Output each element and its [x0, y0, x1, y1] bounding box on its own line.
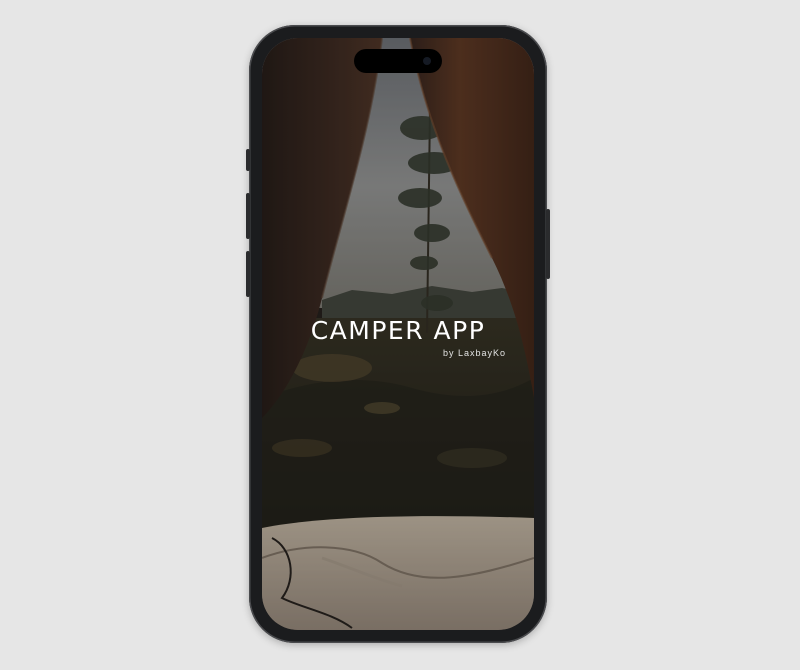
app-subtitle: by LaxbayKo: [442, 348, 506, 358]
dynamic-island: [354, 49, 442, 73]
action-button: [246, 149, 250, 171]
page-stage: CAMPER APP by LaxbayKo: [0, 0, 800, 670]
volume-down-button: [246, 251, 250, 297]
app-title: CAMPER APP: [310, 316, 486, 345]
phone-screen: CAMPER APP by LaxbayKo: [262, 38, 534, 630]
app-logo: CAMPER APP by LaxbayKo: [262, 316, 534, 358]
volume-up-button: [246, 193, 250, 239]
phone-device: CAMPER APP by LaxbayKo: [246, 25, 550, 643]
front-camera-icon: [423, 57, 431, 65]
power-button: [546, 209, 550, 279]
